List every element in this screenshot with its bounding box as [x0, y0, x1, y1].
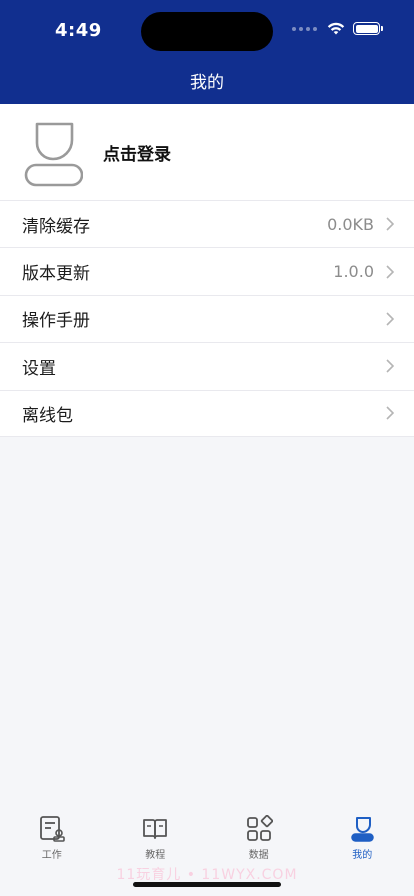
version-value: 1.0.0 [333, 262, 374, 282]
book-icon [143, 819, 168, 839]
wifi-icon [327, 22, 345, 35]
menu-item-label: 操作手册 [22, 311, 90, 332]
cache-size-value: 0.0KB [327, 214, 374, 234]
tab-label: 数据 [248, 850, 269, 861]
tab-label: 我的 [352, 850, 373, 861]
menu-item-label: 版本更新 [22, 264, 90, 285]
profile-login-row[interactable]: 点击登录 [0, 104, 414, 200]
login-label[interactable]: 点击登录 [103, 140, 171, 165]
menu-item-settings[interactable]: 设置 [0, 342, 414, 389]
tab-label: 教程 [145, 850, 166, 861]
header: 4:49 我的 [0, 0, 414, 104]
menu-item-label: 清除缓存 [22, 216, 90, 237]
chevron-right-icon [386, 359, 394, 373]
menu-item-offline-package[interactable]: 离线包 [0, 389, 414, 437]
chevron-right-icon [386, 406, 394, 420]
settings-menu: 清除缓存 0.0KB 版本更新 1.0.0 操作手册 设置 离线包 [0, 200, 414, 437]
status-icons [292, 22, 383, 35]
tab-label: 工作 [41, 850, 62, 861]
dynamic-island [141, 12, 273, 51]
avatar-icon [24, 122, 83, 187]
signal-icon [292, 26, 317, 31]
menu-item-manual[interactable]: 操作手册 [0, 294, 414, 342]
menu-item-version-update[interactable]: 版本更新 1.0.0 [0, 247, 414, 294]
status-time: 4:49 [55, 20, 102, 41]
work-icon [39, 816, 65, 842]
data-icon [246, 815, 273, 841]
menu-item-label: 离线包 [22, 405, 73, 426]
page-title: 我的 [190, 73, 224, 93]
battery-icon [353, 22, 383, 35]
chevron-right-icon [386, 217, 394, 231]
profile-icon [351, 817, 374, 842]
chevron-right-icon [386, 265, 394, 279]
chevron-right-icon [386, 312, 394, 326]
watermark: 11玩育儿 • 11WYX.COM [116, 867, 298, 883]
home-indicator [133, 882, 281, 887]
menu-item-label: 设置 [22, 358, 56, 379]
menu-item-clear-cache[interactable]: 清除缓存 0.0KB [0, 200, 414, 247]
